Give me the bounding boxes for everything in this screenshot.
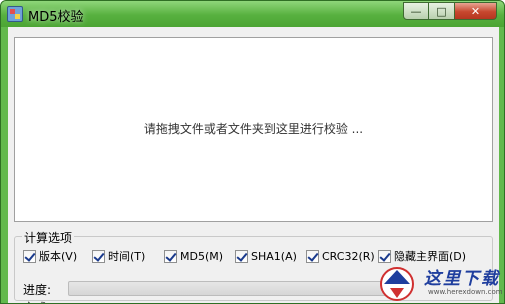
option-md5-label: MD5(M)	[180, 249, 224, 263]
close-button[interactable]: ✕	[455, 2, 497, 20]
checkbox-sha1[interactable]	[235, 249, 248, 263]
options-group-title: 计算选项	[22, 229, 75, 246]
progress-bar	[68, 281, 398, 296]
maximize-button[interactable]: □	[429, 2, 455, 20]
minimize-button[interactable]: —	[403, 2, 429, 20]
watermark-brand: 这里下载	[424, 269, 500, 289]
option-crc32[interactable]: CRC32(R)	[306, 248, 375, 264]
option-sha1[interactable]: SHA1(A)	[235, 248, 297, 264]
option-version[interactable]: 版本(V)	[23, 248, 77, 264]
watermark: 这里下载 www.herexdown.com	[372, 262, 505, 304]
drop-hint-text: 请拖拽文件或者文件夹到这里进行校验 ...	[143, 122, 364, 136]
status-label: 完成	[23, 299, 47, 303]
window-title: MD5校验	[28, 10, 84, 25]
app-icon	[7, 6, 23, 22]
option-md5[interactable]: MD5(M)	[164, 248, 223, 264]
option-sha1-label: SHA1(A)	[251, 249, 297, 263]
drop-zone[interactable]: 请拖拽文件或者文件夹到这里进行校验 ...	[14, 37, 493, 222]
title-bar[interactable]: MD5校验 — □ ✕	[1, 1, 504, 27]
option-version-label: 版本(V)	[39, 250, 78, 263]
checkbox-md5[interactable]	[164, 249, 177, 263]
checkbox-hide-main[interactable]	[378, 249, 391, 263]
option-time[interactable]: 时间(T)	[92, 248, 145, 264]
watermark-url: www.herexdown.com	[428, 288, 503, 296]
option-crc32-label: CRC32(R)	[322, 249, 375, 263]
progress-label: 进度:	[23, 283, 52, 297]
md5-check-window: MD5校验 — □ ✕ 请拖拽文件或者文件夹到这里进行校验 ... 计算选项 版…	[0, 0, 505, 304]
option-time-label: 时间(T)	[108, 250, 146, 263]
window-controls: — □ ✕	[403, 2, 497, 20]
watermark-logo	[380, 267, 414, 301]
checkbox-time[interactable]	[92, 249, 105, 263]
checkbox-crc32[interactable]	[306, 249, 319, 263]
checkbox-version[interactable]	[23, 249, 36, 263]
